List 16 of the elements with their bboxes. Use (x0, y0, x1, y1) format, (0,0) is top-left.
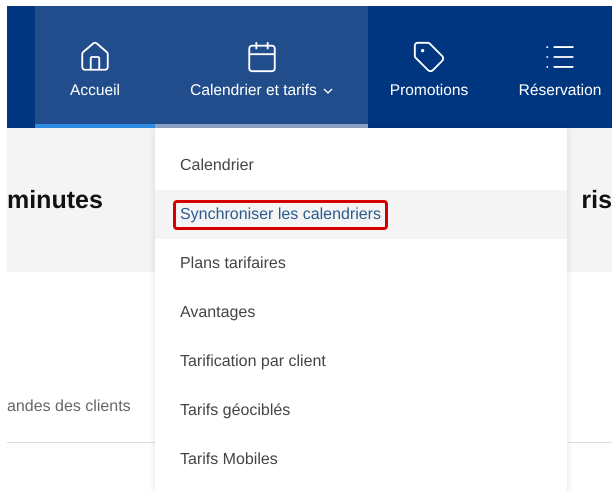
nav-tab[interactable]: Réservation (490, 6, 612, 128)
menu-item[interactable]: Synchroniser les calendriers (155, 190, 567, 239)
menu-item[interactable]: Tarification par client (155, 337, 567, 386)
menu-item[interactable]: Plans tarifaires (155, 239, 567, 288)
tag-icon (412, 40, 446, 74)
chevron-down-icon (322, 88, 333, 94)
menu-item[interactable]: Tarifs Mobiles (155, 435, 567, 484)
menu-item[interactable]: Tarifs géociblés (155, 386, 567, 435)
page-heading: ris (581, 186, 612, 214)
menu-item[interactable]: Calendrier (155, 141, 567, 190)
page-heading: minutes (7, 186, 103, 214)
body-text: andes des clients (7, 398, 131, 416)
nav-tab[interactable]: Promotions (368, 6, 490, 128)
nav-tab[interactable]: Calendrier et tarifs (155, 6, 368, 128)
nav-tab[interactable]: Accueil (35, 6, 155, 128)
menu-item[interactable]: Avantages (155, 288, 567, 337)
